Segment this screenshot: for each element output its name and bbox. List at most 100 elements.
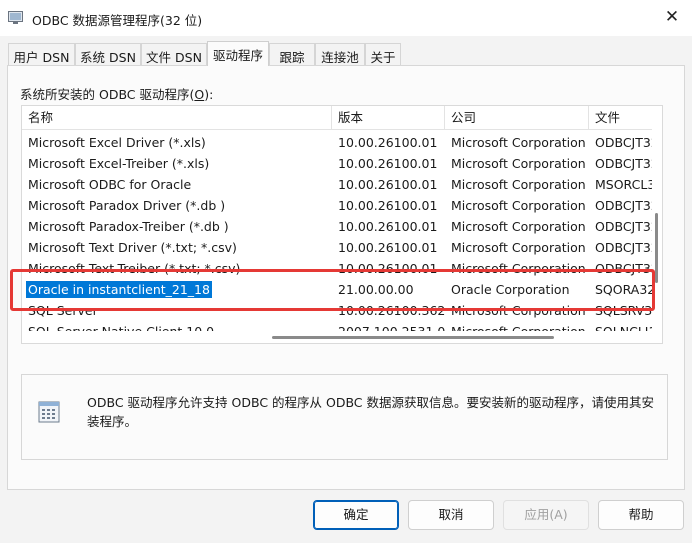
- cell-version: 21.00.00.00: [332, 279, 445, 300]
- list-body: Microsoft Excel Driver (*.xls) 10.00.2610…: [22, 132, 652, 342]
- cell-company: Microsoft Corporation: [445, 153, 589, 174]
- column-header-name[interactable]: 名称: [22, 106, 332, 130]
- cell-file-text: ODBCJT32.DLL: [595, 135, 652, 150]
- cell-company-text: Oracle Corporation: [451, 282, 570, 297]
- cell-file: ODBCJT32.DLL: [589, 153, 652, 174]
- horizontal-scrollbar[interactable]: [22, 331, 652, 343]
- cell-version: 10.00.26100.01: [332, 174, 445, 195]
- info-box: ODBC 驱动程序允许支持 ODBC 的程序从 ODBC 数据源获取信息。要安装…: [21, 374, 668, 460]
- list-header: 名称 版本 公司 文件: [22, 106, 652, 130]
- table-row[interactable]: Microsoft ODBC for Oracle 10.00.26100.01 M…: [22, 174, 652, 195]
- cell-version: 10.00.26100.01: [332, 216, 445, 237]
- tab-label: 连接池: [321, 50, 359, 65]
- cell-company-text: Microsoft Corporation: [451, 219, 586, 234]
- tab-label: 驱动程序: [212, 48, 263, 63]
- cell-file: ODBCJT32.DLL: [589, 258, 652, 279]
- tab-user-dsn[interactable]: 用户 DSN: [8, 43, 75, 65]
- cell-file-text: SQORA32.DLL: [595, 282, 652, 297]
- info-text: ODBC 驱动程序允许支持 ODBC 的程序从 ODBC 数据源获取信息。要安装…: [87, 395, 655, 429]
- cell-file-text: ODBCJT32.DLL: [595, 219, 652, 234]
- tab-label: 关于: [370, 50, 396, 65]
- table-row[interactable]: Microsoft Text Driver (*.txt; *.csv) 10.0…: [22, 237, 652, 258]
- table-row[interactable]: Microsoft Text-Treiber (*.txt; *.csv) 10.…: [22, 258, 652, 279]
- table-row[interactable]: Microsoft Excel-Treiber (*.xls) 10.00.261…: [22, 153, 652, 174]
- cell-name-text: Microsoft Excel Driver (*.xls): [28, 135, 206, 150]
- cell-version-text: 21.00.00.00: [338, 282, 414, 297]
- cell-file: SQORA32.DLL: [589, 279, 652, 300]
- cell-company-text: Microsoft Corporation: [451, 261, 586, 276]
- label-prefix: 系统所安装的 ODBC 驱动程序(: [20, 87, 195, 102]
- table-row[interactable]: SQL Server 10.00.26100.3624 Microsoft Corp…: [22, 300, 652, 321]
- cell-file: ODBCJT32.DLL: [589, 216, 652, 237]
- cell-name: SQL Server: [22, 300, 332, 321]
- tab-label: 系统 DSN: [80, 50, 136, 65]
- column-header-company[interactable]: 公司: [445, 106, 589, 130]
- cell-version-text: 10.00.26100.01: [338, 198, 438, 213]
- driver-info-icon: [38, 401, 60, 423]
- cell-company: Microsoft Corporation: [445, 237, 589, 258]
- cell-company: Microsoft Corporation: [445, 195, 589, 216]
- cell-company: Microsoft Corporation: [445, 258, 589, 279]
- vertical-scrollbar[interactable]: [652, 106, 662, 331]
- table-row[interactable]: Microsoft Paradox-Treiber (*.db ) 10.00.2…: [22, 216, 652, 237]
- cell-file-text: MSORCL32.DLL: [595, 177, 652, 192]
- cell-company: Microsoft Corporation: [445, 174, 589, 195]
- cell-name-text: Microsoft ODBC for Oracle: [28, 177, 192, 192]
- cell-version: 10.00.26100.3624: [332, 300, 445, 321]
- cell-company-text: Microsoft Corporation: [451, 198, 586, 213]
- close-icon: ✕: [664, 7, 680, 27]
- cancel-button[interactable]: 取消: [408, 500, 494, 530]
- horizontal-scroll-thumb[interactable]: [272, 336, 554, 339]
- cell-company-text: Microsoft Corporation: [451, 303, 586, 318]
- tab-label: 跟踪: [279, 50, 305, 65]
- cell-version-text: 10.00.26100.01: [338, 177, 438, 192]
- cell-version: 10.00.26100.01: [332, 132, 445, 153]
- tab-connection-pooling[interactable]: 连接池: [315, 43, 365, 65]
- cell-company: Microsoft Corporation: [445, 132, 589, 153]
- tab-label: 用户 DSN: [13, 50, 70, 65]
- cell-company-text: Microsoft Corporation: [451, 135, 586, 150]
- column-header-version[interactable]: 版本: [332, 106, 445, 130]
- cell-name-text: Microsoft Text-Treiber (*.txt; *.csv): [28, 261, 241, 276]
- table-row-selected[interactable]: Oracle in instantclient_21_18 21.00.00.00…: [22, 279, 652, 300]
- tab-drivers[interactable]: 驱动程序: [207, 41, 269, 66]
- apply-button[interactable]: 应用(A): [503, 500, 589, 530]
- cell-name-text: Microsoft Paradox-Treiber (*.db ): [28, 219, 229, 234]
- cell-company-text: Microsoft Corporation: [451, 177, 586, 192]
- label-suffix: ):: [204, 87, 214, 102]
- cell-version-text: 10.00.26100.01: [338, 135, 438, 150]
- cell-company: Oracle Corporation: [445, 279, 589, 300]
- tab-file-dsn[interactable]: 文件 DSN: [141, 43, 207, 65]
- drivers-list[interactable]: 名称 版本 公司 文件 Microsoft Excel Driver (*.xl…: [21, 105, 663, 344]
- table-row[interactable]: Microsoft Paradox Driver (*.db ) 10.00.26…: [22, 195, 652, 216]
- cell-name: Microsoft Paradox-Treiber (*.db ): [22, 216, 332, 237]
- cell-version: 10.00.26100.01: [332, 237, 445, 258]
- tab-about[interactable]: 关于: [365, 43, 401, 65]
- odbc-app-icon: [8, 11, 23, 24]
- cell-name: Microsoft Text Driver (*.txt; *.csv): [22, 237, 332, 258]
- tab-system-dsn[interactable]: 系统 DSN: [75, 43, 141, 65]
- help-button[interactable]: 帮助: [598, 500, 684, 530]
- vertical-scroll-thumb[interactable]: [655, 213, 658, 283]
- table-row[interactable]: Microsoft Excel Driver (*.xls) 10.00.2610…: [22, 132, 652, 153]
- drivers-list-label: 系统所安装的 ODBC 驱动程序(O):: [20, 84, 213, 103]
- cell-version: 10.00.26100.01: [332, 195, 445, 216]
- cell-file-text: ODBCJT32.DLL: [595, 198, 652, 213]
- column-header-file[interactable]: 文件: [589, 106, 652, 130]
- ok-button[interactable]: 确定: [313, 500, 399, 530]
- cell-name: Microsoft Text-Treiber (*.txt; *.csv): [22, 258, 332, 279]
- cell-version-text: 10.00.26100.01: [338, 240, 438, 255]
- cell-company-text: Microsoft Corporation: [451, 240, 586, 255]
- cell-name-text: SQL Server: [28, 303, 98, 318]
- cell-file-text: ODBCJT32.DLL: [595, 156, 652, 171]
- cell-name-text: Microsoft Text Driver (*.txt; *.csv): [28, 240, 237, 255]
- window-title: ODBC 数据源管理程序(32 位): [32, 13, 203, 28]
- cell-version-text: 10.00.26100.3624: [338, 303, 445, 318]
- close-button[interactable]: ✕: [652, 0, 692, 36]
- label-accelerator: O: [194, 87, 205, 102]
- cell-file: ODBCJT32.DLL: [589, 132, 652, 153]
- cell-version-text: 10.00.26100.01: [338, 156, 438, 171]
- title-bar: ODBC 数据源管理程序(32 位) ✕: [0, 0, 692, 36]
- tab-tracing[interactable]: 跟踪: [269, 43, 315, 65]
- cell-file: ODBCJT32.DLL: [589, 195, 652, 216]
